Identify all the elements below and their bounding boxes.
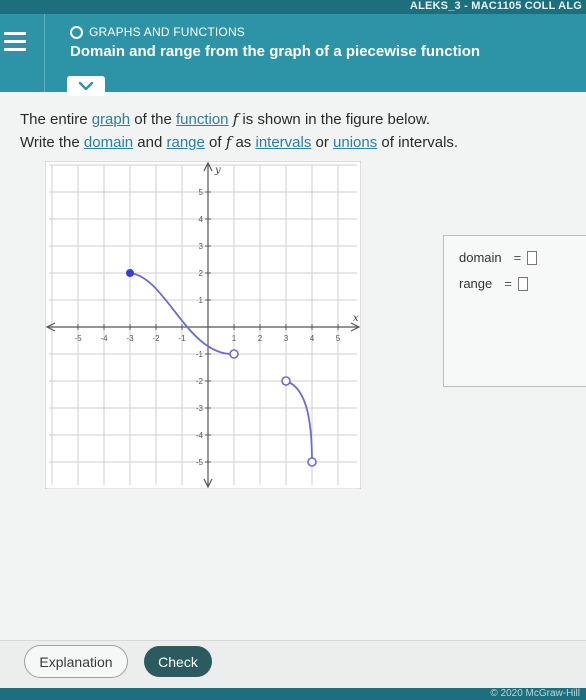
question-text: The entire graph of the function f is sh…: [20, 108, 458, 154]
range-row: range =: [459, 276, 528, 291]
y-tick-label: 2: [199, 269, 204, 278]
y-tick-label: -3: [196, 404, 204, 413]
footer: Explanation Check: [0, 640, 586, 688]
page-title: Domain and range from the graph of a pie…: [70, 43, 481, 60]
open-endpoint: [307, 457, 317, 467]
function-link[interactable]: function: [176, 111, 229, 128]
chevron-down-icon: [78, 81, 94, 91]
y-tick-label: 4: [199, 215, 204, 224]
range-input[interactable]: [517, 276, 528, 291]
domain-label: domain: [459, 250, 502, 265]
question-panel: The entire graph of the function f is sh…: [0, 76, 586, 640]
q-text: is shown in the figure below.: [238, 111, 431, 128]
copyright: © 2020 McGraw-Hill: [490, 688, 580, 699]
graph-background: [44, 160, 362, 490]
x-tick-label: -4: [100, 334, 108, 343]
app-title: ALEKS_3 - MAC1105 COLL ALG: [409, 0, 582, 12]
y-tick-label: -1: [196, 350, 204, 359]
open-endpoint: [281, 376, 291, 386]
x-tick-label: -1: [178, 334, 186, 343]
function-graph: x y -5 -4 -3 -2 -1 1 2 3 4 5 5 4 3 2 1 -1 -2 -3 -4 -5: [44, 160, 365, 490]
x-tick-label: 3: [284, 334, 289, 343]
closed-endpoint: [126, 269, 134, 277]
q-text: of: [204, 134, 226, 151]
q-text: and: [133, 134, 167, 151]
domain-link[interactable]: domain: [84, 134, 133, 151]
y-tick-label: 3: [199, 242, 204, 251]
q-text: as: [231, 134, 256, 151]
q-text: of intervals.: [377, 134, 459, 151]
q-text: The entire: [20, 111, 92, 128]
topic-row: GRAPHS AND FUNCTIONS: [70, 25, 245, 39]
menu-icon[interactable]: [2, 29, 28, 53]
y-tick-label: 5: [199, 188, 204, 197]
q-text: or: [311, 134, 334, 151]
q-text: of the: [130, 111, 176, 128]
domain-row: domain =: [459, 250, 538, 265]
equals-sign: =: [513, 250, 522, 265]
topic-circle-icon: [70, 25, 83, 39]
graph-link[interactable]: graph: [92, 111, 130, 128]
x-tick-label: 5: [336, 334, 341, 343]
topic-label: GRAPHS AND FUNCTIONS: [89, 25, 246, 39]
x-tick-label: 2: [258, 334, 263, 343]
explanation-button[interactable]: Explanation: [24, 645, 128, 678]
x-tick-label: -2: [152, 334, 160, 343]
answer-box: domain = range =: [443, 235, 586, 387]
graph-container: x y -5 -4 -3 -2 -1 1 2 3 4 5 5 4 3 2 1 -1 -2 -3 -4 -5: [44, 160, 365, 494]
bottom-bar: © 2020 McGraw-Hill: [0, 688, 586, 700]
x-tick-label: -3: [126, 334, 134, 343]
range-link[interactable]: range: [167, 134, 205, 151]
q-text: Write the: [20, 134, 84, 151]
open-endpoint: [229, 349, 239, 359]
x-tick-label: 4: [310, 334, 315, 343]
y-axis-label: y: [214, 165, 221, 176]
y-tick-label: 1: [199, 296, 204, 305]
x-tick-label: -5: [74, 334, 82, 343]
y-tick-label: -5: [196, 458, 204, 467]
header-divider: [44, 14, 45, 92]
y-tick-label: -2: [196, 377, 204, 386]
range-label: range: [459, 276, 493, 291]
x-axis-label: x: [353, 313, 359, 324]
equals-sign: =: [504, 276, 512, 291]
x-tick-label: 1: [232, 334, 237, 343]
collapse-toggle[interactable]: [67, 76, 105, 96]
y-tick-label: -4: [196, 431, 204, 440]
intervals-link[interactable]: intervals: [255, 134, 311, 151]
domain-input[interactable]: [527, 250, 538, 265]
top-strip: ALEKS_3 - MAC1105 COLL ALG: [0, 0, 586, 14]
check-button[interactable]: Check: [144, 646, 212, 677]
unions-link[interactable]: unions: [333, 134, 377, 151]
